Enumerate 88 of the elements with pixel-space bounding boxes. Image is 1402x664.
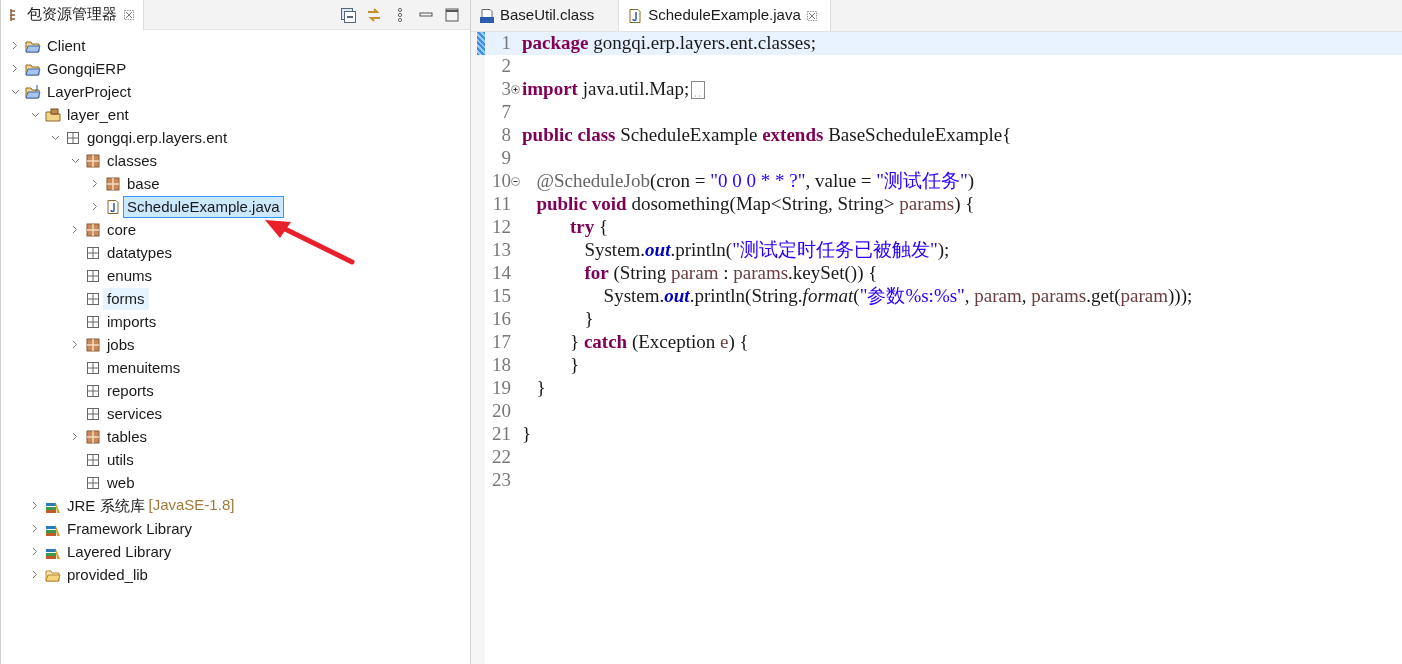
tree-item[interactable]: LayerProject bbox=[43, 80, 136, 103]
package-icon bbox=[105, 175, 121, 192]
package-icon bbox=[85, 382, 101, 399]
tree-item[interactable]: Layered Library bbox=[63, 540, 176, 563]
tree-item[interactable]: provided_lib bbox=[63, 563, 152, 586]
java-file-icon bbox=[105, 198, 121, 215]
code-line: System.out.println(String.format("参数%s:%s", param, params.get(param))); bbox=[603, 284, 1193, 309]
tree-item[interactable]: GongqiERP bbox=[43, 57, 131, 80]
line-number: 10 bbox=[492, 169, 511, 194]
code-line: } bbox=[570, 353, 580, 378]
package-icon bbox=[85, 267, 101, 284]
code-line: } bbox=[522, 422, 532, 447]
code-line: @ScheduleJob(cron = "0 0 0 * * ?", value = "测试任务") bbox=[536, 169, 975, 194]
line-number: 9 bbox=[501, 146, 511, 171]
tree-item[interactable]: enums bbox=[103, 264, 157, 287]
line-number: 22 bbox=[492, 445, 511, 470]
tree-item[interactable]: base bbox=[123, 172, 164, 195]
tree-item[interactable]: jobs bbox=[103, 333, 139, 356]
code-line: } catch (Exception e) { bbox=[570, 330, 749, 355]
tree-item[interactable]: JRE 系统库 bbox=[63, 494, 149, 517]
line-number: 16 bbox=[492, 307, 511, 332]
code-line: System.out.println("测试定时任务已被触发"); bbox=[584, 238, 950, 263]
tree-item[interactable]: gongqi.erp.layers.ent bbox=[83, 126, 232, 149]
close-icon[interactable] bbox=[805, 9, 818, 22]
package-icon bbox=[85, 290, 101, 307]
tree-item[interactable]: datatypes bbox=[103, 241, 177, 264]
package-icon bbox=[65, 129, 81, 146]
line-number: 7 bbox=[501, 100, 511, 125]
line-number: 13 bbox=[492, 238, 511, 263]
line-number: 3 bbox=[501, 77, 511, 102]
expand-fold-icon[interactable] bbox=[511, 85, 520, 94]
line-number: 8 bbox=[501, 123, 511, 148]
tree-item[interactable]: reports bbox=[103, 379, 158, 402]
library-version: [JavaSE-1.8] bbox=[148, 495, 235, 516]
code-line: public void dosomething(Map<String, String> params) { bbox=[536, 192, 975, 217]
maximize-icon[interactable] bbox=[444, 6, 460, 23]
package-icon bbox=[85, 152, 101, 169]
folded-code-icon[interactable] bbox=[691, 80, 706, 99]
editor-tab[interactable]: ScheduleExample.java bbox=[619, 0, 831, 31]
tree-item[interactable]: Framework Library bbox=[63, 517, 197, 540]
code-line: import java.util.Map; bbox=[522, 77, 690, 102]
link-arrows-icon[interactable] bbox=[366, 6, 382, 23]
close-icon[interactable] bbox=[123, 8, 135, 21]
package-icon bbox=[85, 405, 101, 422]
line-number: 12 bbox=[492, 215, 511, 240]
java-project-icon bbox=[25, 83, 41, 100]
code-line: for (String param : params.keySet()) { bbox=[584, 261, 878, 286]
line-number: 19 bbox=[492, 376, 511, 401]
tree-item[interactable]: utils bbox=[103, 448, 138, 471]
class-file-icon bbox=[479, 7, 495, 24]
package-icon bbox=[85, 313, 101, 330]
line-number: 14 bbox=[492, 261, 511, 286]
tree-item[interactable]: forms bbox=[103, 287, 149, 310]
line-number: 21 bbox=[492, 422, 511, 447]
tree-item[interactable]: menuitems bbox=[103, 356, 185, 379]
code-line: package gongqi.erp.layers.ent.classes; bbox=[522, 31, 816, 56]
source-folder-icon bbox=[45, 106, 61, 123]
line-number: 2 bbox=[501, 54, 511, 79]
code-line: public class ScheduleExample extends BaseScheduleExample{ bbox=[522, 123, 1012, 148]
tree-item[interactable]: services bbox=[103, 402, 166, 425]
line-number: 23 bbox=[492, 468, 511, 493]
package-icon bbox=[85, 474, 101, 491]
package-icon bbox=[85, 359, 101, 376]
tree-item[interactable]: tables bbox=[103, 425, 152, 448]
tree-item[interactable]: web bbox=[103, 471, 139, 494]
tree-item[interactable]: Client bbox=[43, 34, 90, 57]
package-icon bbox=[85, 244, 101, 261]
code-line: try { bbox=[570, 215, 609, 240]
collapse-fold-icon[interactable] bbox=[511, 177, 520, 186]
package-icon bbox=[85, 336, 101, 353]
package-icon bbox=[85, 428, 101, 445]
tree-item[interactable]: layer_ent bbox=[63, 103, 133, 126]
java-file-icon bbox=[627, 7, 644, 24]
line-number: 20 bbox=[492, 399, 511, 424]
package-icon bbox=[85, 451, 101, 468]
tree-item[interactable]: core bbox=[103, 218, 141, 241]
tree-item[interactable]: ScheduleExample.java bbox=[123, 195, 284, 218]
code-line: } bbox=[536, 376, 546, 401]
collapse-all-icon[interactable] bbox=[340, 6, 356, 23]
line-number: 18 bbox=[492, 353, 511, 378]
package-icon bbox=[85, 221, 101, 238]
line-number: 1 bbox=[501, 31, 511, 56]
tree-item[interactable]: imports bbox=[103, 310, 161, 333]
tree-item[interactable]: classes bbox=[103, 149, 162, 172]
line-number: 17 bbox=[492, 330, 511, 355]
code-line: } bbox=[584, 307, 594, 332]
line-number: 11 bbox=[492, 192, 511, 217]
line-number: 15 bbox=[492, 284, 511, 309]
